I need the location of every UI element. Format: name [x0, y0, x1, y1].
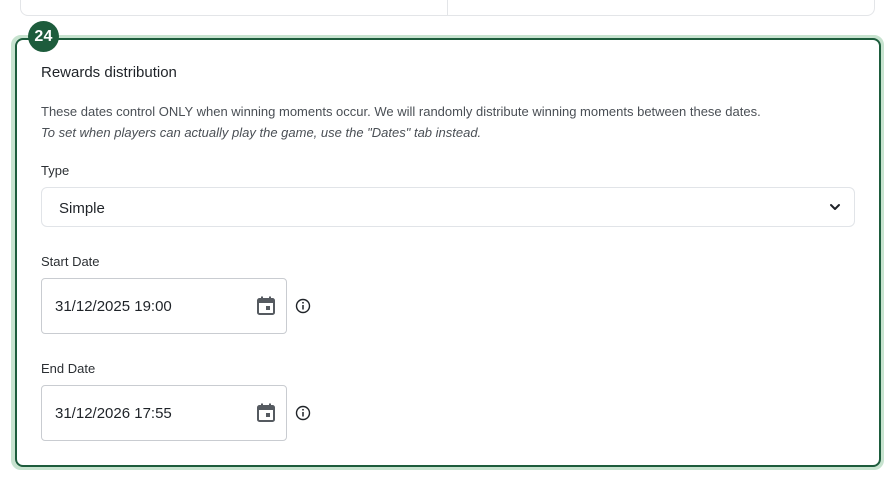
end-date-label: End Date [41, 361, 96, 376]
calendar-icon[interactable] [255, 295, 277, 317]
start-date-info-icon[interactable] [295, 298, 311, 314]
section-number-badge: 24 [28, 21, 59, 52]
start-date-label: Start Date [41, 254, 100, 269]
type-select-value: Simple [59, 200, 105, 217]
section-title: Rewards distribution [41, 64, 177, 81]
end-date-value: 31/12/2026 17:55 [55, 405, 172, 422]
end-date-input[interactable]: 31/12/2026 17:55 [41, 385, 287, 441]
type-select[interactable]: Simple [41, 187, 855, 227]
chevron-down-icon [830, 204, 840, 210]
start-date-input[interactable]: 31/12/2025 19:00 [41, 278, 287, 334]
type-label: Type [41, 163, 70, 178]
card-divider [447, 0, 448, 15]
end-date-info-icon[interactable] [295, 405, 311, 421]
section-note: To set when players can actually play th… [41, 125, 482, 140]
section-description: These dates control ONLY when winning mo… [41, 104, 761, 119]
calendar-icon[interactable] [255, 402, 277, 424]
previous-section-card [20, 0, 875, 16]
start-date-value: 31/12/2025 19:00 [55, 298, 172, 315]
